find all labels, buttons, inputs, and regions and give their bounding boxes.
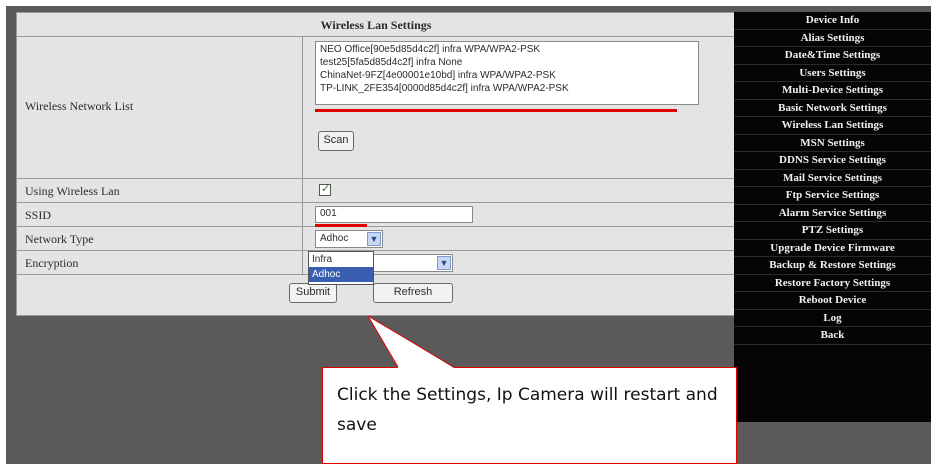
- menu-item-ptz-settings[interactable]: PTZ Settings: [734, 222, 931, 240]
- menu-item-mail-service-settings[interactable]: Mail Service Settings: [734, 170, 931, 187]
- network-item[interactable]: TP-LINK_2FE354[0000d85d4c2f] infra WPA/W…: [320, 82, 694, 95]
- menu-item-ftp-service-settings[interactable]: Ftp Service Settings: [734, 187, 931, 205]
- wireless-lan-settings-panel: Wireless Lan Settings Wireless Network L…: [16, 12, 736, 316]
- check-icon: ✓: [321, 182, 331, 195]
- settings-menu: Device Info Alias Settings Date&Time Set…: [734, 12, 931, 422]
- refresh-button[interactable]: Refresh: [373, 283, 453, 303]
- menu-item-backup-restore[interactable]: Backup & Restore Settings: [734, 257, 931, 275]
- network-type-dropdown[interactable]: Infra Adhoc: [308, 251, 374, 285]
- network-type-select[interactable]: Adhoc ▼: [315, 230, 383, 248]
- panel-title: Wireless Lan Settings: [320, 18, 432, 32]
- network-type-row: Network Type Adhoc ▼: [17, 227, 735, 251]
- network-list[interactable]: NEO Office[90e5d85d4c2f] infra WPA/WPA2-…: [315, 41, 699, 105]
- network-item[interactable]: ChinaNet-9FZ[4e00001e10bd] infra WPA/WPA…: [320, 69, 694, 82]
- menu-item-back[interactable]: Back: [734, 327, 931, 345]
- using-wireless-row: Using Wireless Lan ✓: [17, 179, 735, 203]
- menu-item-datetime-settings[interactable]: Date&Time Settings: [734, 47, 931, 65]
- callout-text: Click the Settings, Ip Camera will resta…: [337, 385, 718, 435]
- using-wireless-label: Using Wireless Lan: [25, 184, 120, 198]
- menu-item-log[interactable]: Log: [734, 310, 931, 327]
- option-adhoc[interactable]: Adhoc: [309, 267, 373, 282]
- network-item[interactable]: test25[5fa5d85d4c2f] infra None: [320, 56, 694, 69]
- action-row: Submit Refresh: [17, 275, 735, 315]
- menu-item-device-info[interactable]: Device Info: [734, 12, 931, 30]
- chevron-down-icon[interactable]: ▼: [367, 232, 381, 246]
- annotation-callout: Click the Settings, Ip Camera will resta…: [322, 367, 737, 464]
- screenshot-stage: Wireless Lan Settings Wireless Network L…: [6, 6, 931, 464]
- encryption-row: Encryption ▼: [17, 251, 735, 275]
- menu-item-alias-settings[interactable]: Alias Settings: [734, 30, 931, 47]
- scan-button[interactable]: Scan: [318, 131, 354, 151]
- submit-button[interactable]: Submit: [289, 283, 337, 303]
- ssid-label: SSID: [25, 208, 52, 222]
- network-type-label: Network Type: [25, 232, 94, 246]
- network-type-value: Adhoc: [320, 233, 349, 244]
- panel-header: Wireless Lan Settings: [17, 13, 735, 37]
- menu-item-wireless-lan-settings[interactable]: Wireless Lan Settings: [734, 117, 931, 135]
- highlight-underline: [315, 109, 677, 112]
- option-infra[interactable]: Infra: [309, 252, 373, 267]
- chevron-down-icon[interactable]: ▼: [437, 256, 451, 270]
- network-list-row: Wireless Network List NEO Office[90e5d85…: [17, 37, 735, 179]
- menu-item-upgrade-firmware[interactable]: Upgrade Device Firmware: [734, 240, 931, 257]
- menu-item-basic-network-settings[interactable]: Basic Network Settings: [734, 100, 931, 117]
- menu-item-alarm-service-settings[interactable]: Alarm Service Settings: [734, 205, 931, 222]
- network-item[interactable]: NEO Office[90e5d85d4c2f] infra WPA/WPA2-…: [320, 43, 694, 56]
- ssid-row: SSID 001: [17, 203, 735, 227]
- menu-item-restore-factory[interactable]: Restore Factory Settings: [734, 275, 931, 292]
- menu-item-ddns-service-settings[interactable]: DDNS Service Settings: [734, 152, 931, 170]
- menu-item-reboot-device[interactable]: Reboot Device: [734, 292, 931, 310]
- menu-item-users-settings[interactable]: Users Settings: [734, 65, 931, 82]
- menu-item-msn-settings[interactable]: MSN Settings: [734, 135, 931, 152]
- using-wireless-checkbox[interactable]: ✓: [319, 182, 331, 196]
- network-list-label: Wireless Network List: [25, 99, 134, 113]
- ssid-input[interactable]: 001: [315, 206, 473, 223]
- menu-item-multi-device-settings[interactable]: Multi-Device Settings: [734, 82, 931, 100]
- encryption-label: Encryption: [25, 256, 79, 270]
